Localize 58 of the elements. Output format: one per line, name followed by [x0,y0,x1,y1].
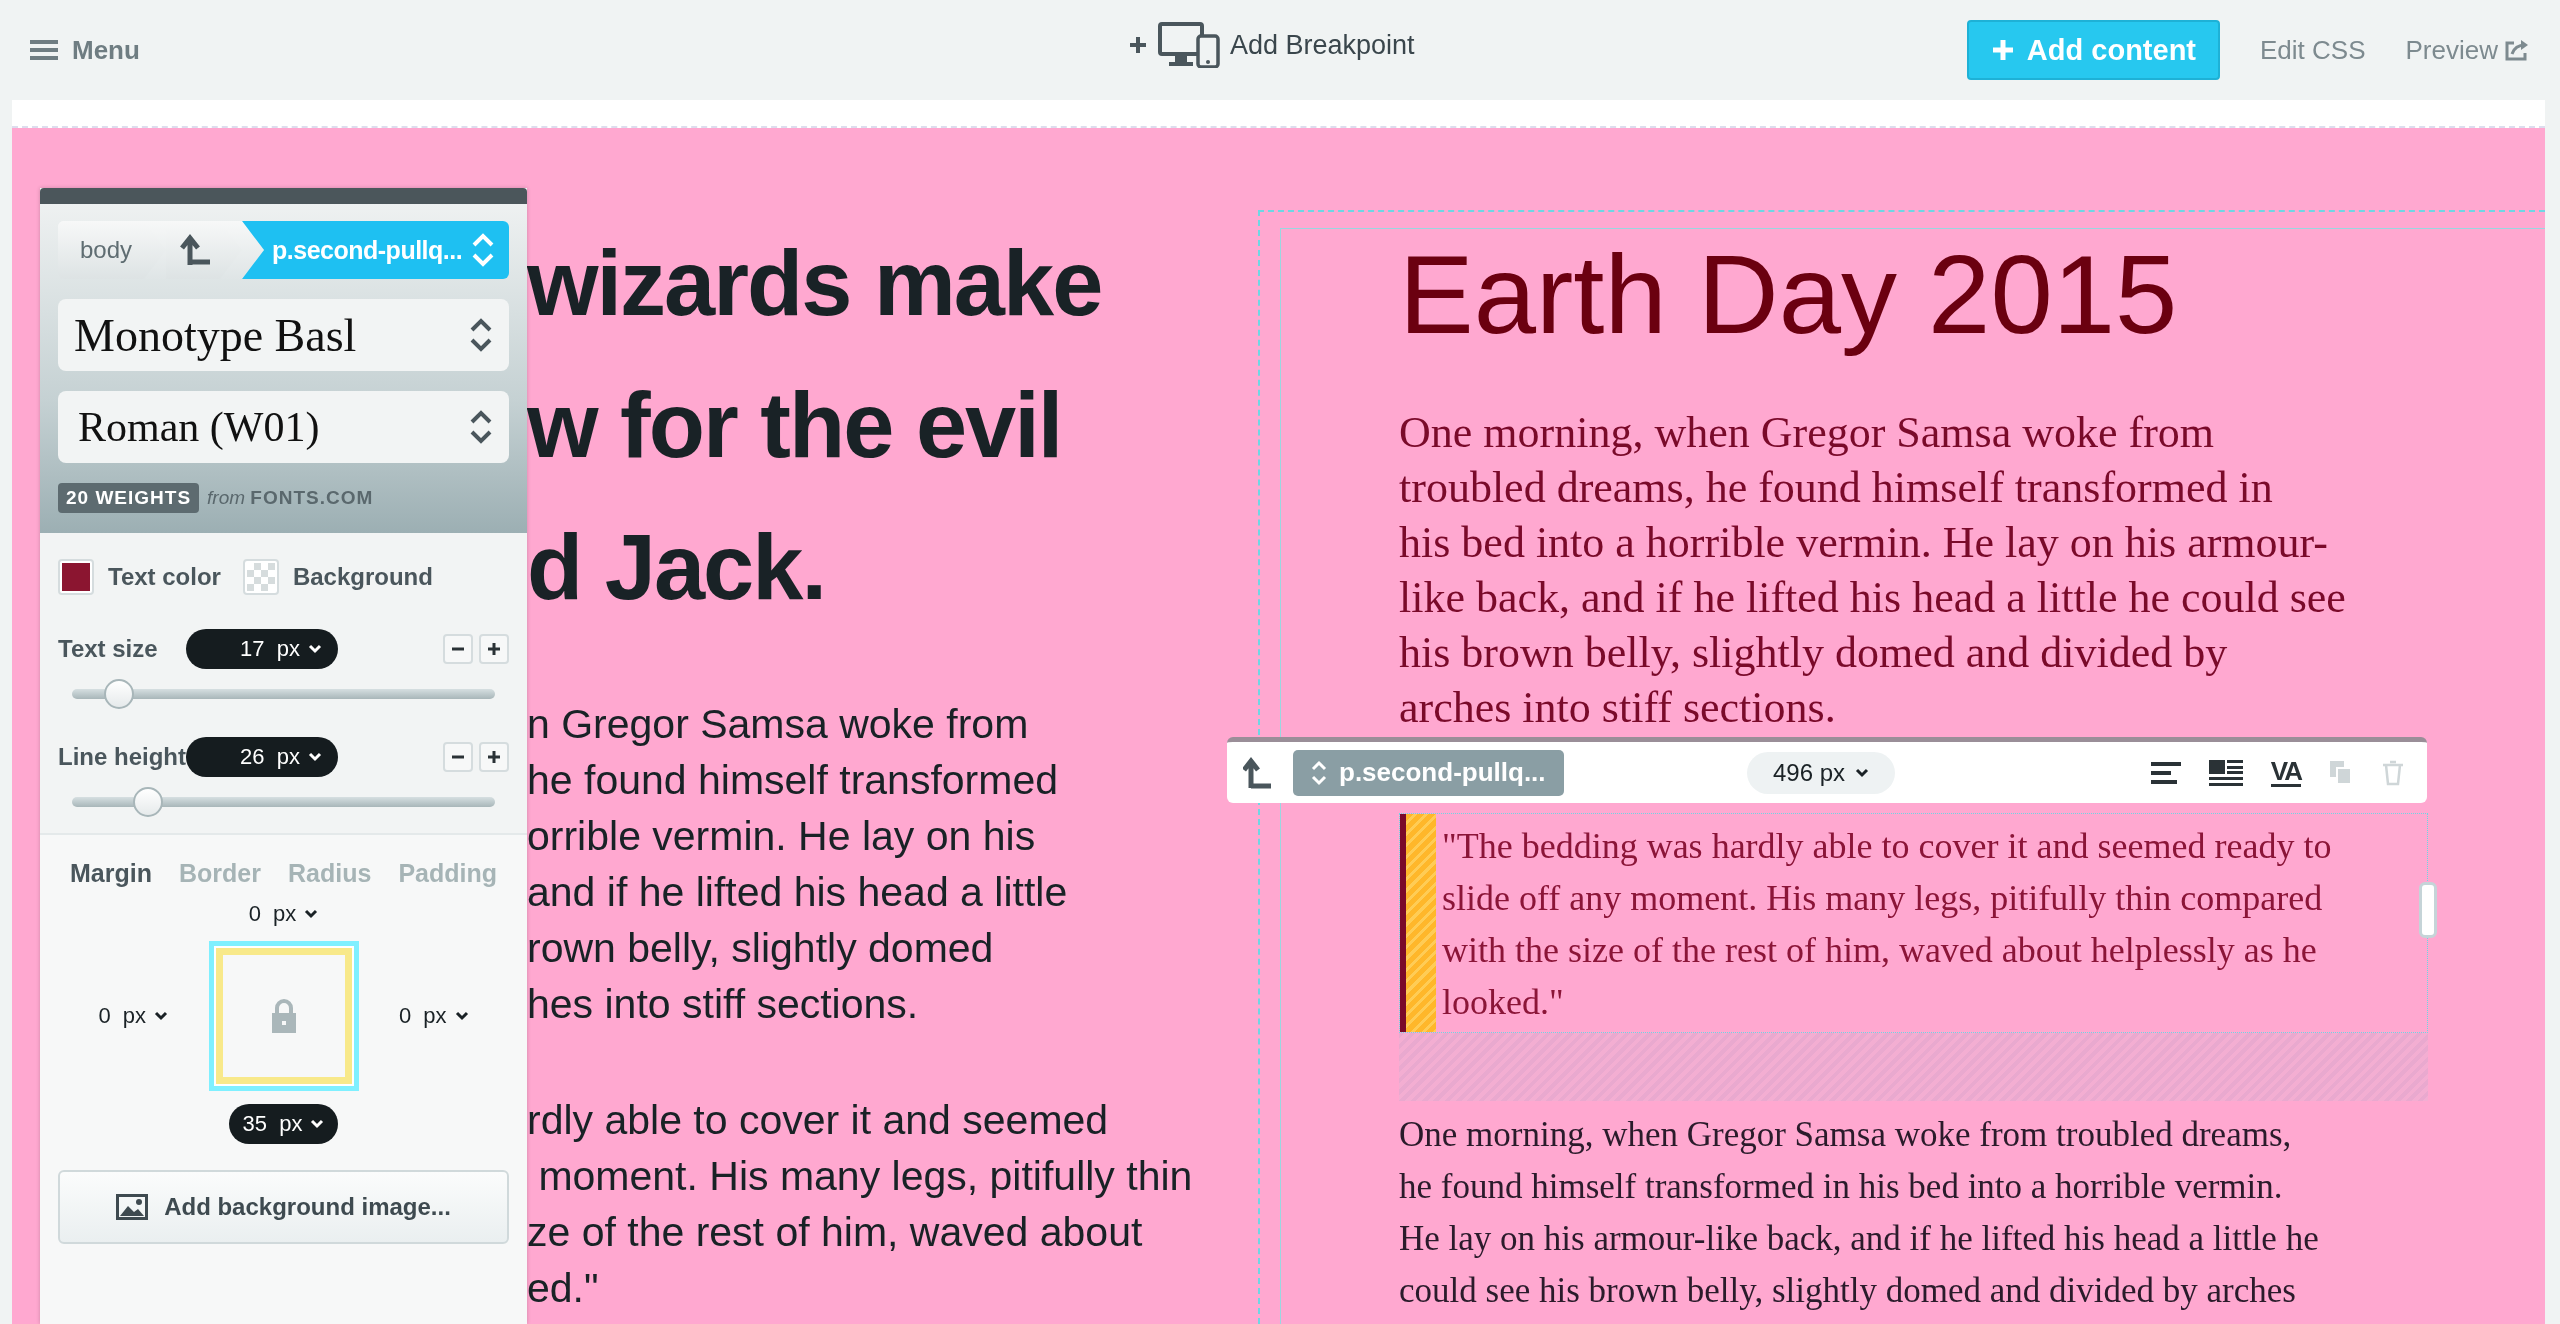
margin-value-dropdown[interactable]: 0 px [84,996,183,1036]
transparent-swatch [242,559,279,595]
letter-spacing-button[interactable]: VA [2270,758,2301,787]
resize-handle[interactable] [2419,882,2437,938]
margin-value-dropdown[interactable]: 35 px [228,1104,339,1144]
font-source: from FONTS.COM [207,487,374,509]
weights-badge: 20 WEIGHTS [58,483,200,513]
decrease-button[interactable] [443,742,473,772]
up-down-icon [469,410,493,444]
up-down-icon [471,233,495,267]
size-dropdown[interactable]: 26 px [186,737,338,777]
font-family-dropdown[interactable]: Monotype Basl [58,299,509,371]
plus-icon [1990,38,2015,62]
chevron-down-icon [154,1011,169,1021]
paragraph: One morning, when Gregor Samsa woke from troubled dreams, he found himself transformed in his bed into a horrible vermin. He lay on his armour-like back, and if he lifted his head a little he could see his brown belly, slightly domed and divided by arches [1399,1114,2320,1312]
paragraph: n Gregor Samsa woke from he found himself transformed orrible vermin. He lay on his and if he lifted his head a little rown belly, slightly domed hes into stiff sections. [527,700,1069,1029]
up-down-icon [1311,759,1327,786]
field-label: Text size [58,635,159,663]
text-color-button[interactable]: Text color [58,559,221,595]
tab[interactable]: Margin [70,859,152,888]
add-background-image-button[interactable]: Add background image... [58,1170,509,1244]
width-dropdown[interactable]: 496 px [1747,751,1896,794]
menu-button[interactable]: Menu [30,34,140,66]
chevron-down-icon [308,752,322,762]
menu-icon [30,39,58,61]
pull-quote: "The bedding was hardly able to cover it and seemed ready to slide off any moment. His many legs, pitifully thin compared with the size of the rest of him, waved about helplessly as he looked." [1441,825,2332,1024]
up-arrow-icon [180,233,213,267]
align-button[interactable] [2150,759,2181,786]
plus-icon [1128,35,1148,55]
up-arrow-icon[interactable] [1243,755,1273,790]
margin-value-dropdown[interactable]: 0 px [384,996,483,1036]
slider-thumb[interactable] [103,679,134,709]
field-label: Line height [58,743,186,771]
external-link-icon [2504,39,2530,61]
up-down-icon [469,318,493,352]
heading: Earth Day 2015 [1399,231,2179,355]
chevron-down-icon [1855,767,1870,778]
background-button[interactable]: Background [242,559,433,595]
chevron-down-icon [454,1011,469,1021]
margin-value-dropdown[interactable]: 0 px [234,894,333,934]
image-icon [116,1194,149,1220]
headline: wizards make w for the evil d Jack. [527,231,1103,620]
size-dropdown[interactable]: 17 px [186,629,338,669]
add-breakpoint-button[interactable]: Add Breakpoint [1128,22,1415,68]
increase-button[interactable] [479,742,509,772]
devices-icon [1158,22,1220,68]
plus-icon [487,750,501,764]
justify-button[interactable] [2208,758,2243,787]
slider-thumb[interactable] [133,787,164,817]
paragraph: One morning, when Gregor Samsa woke from troubled dreams, he found himself transformed in his bed into a horrible vermin. He lay on his armour- like back, and if he lifted his head a little he could see his brown belly, slightly domed and divided by arches into stiff sections. [1399,407,2347,734]
font-style-dropdown[interactable]: Roman (W01) [58,391,509,463]
chevron-down-icon [310,1119,325,1129]
plus-icon [487,642,501,656]
chevron-down-icon [308,644,322,654]
decrease-button[interactable] [443,634,473,664]
chevron-down-icon [304,909,319,919]
paragraph: rdly able to cover it and seemed moment. His many legs, pitifully thin ze of the rest of him, waved about ed." [527,1096,1194,1313]
increase-button[interactable] [479,634,509,664]
